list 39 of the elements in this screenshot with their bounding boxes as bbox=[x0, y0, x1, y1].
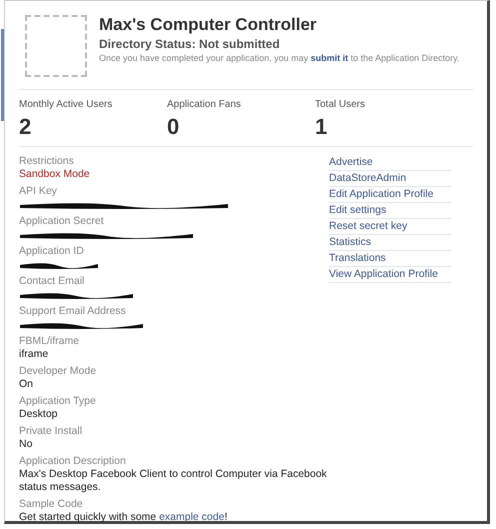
detail-label: Developer Mode bbox=[19, 365, 98, 378]
detail-label: Application Description bbox=[19, 455, 127, 468]
submit-note: Once you have completed your application, you may submit it to the Application Directory. bbox=[99, 53, 460, 63]
action-link[interactable]: Advertise bbox=[329, 155, 451, 171]
detail-label: Restrictions bbox=[19, 155, 75, 168]
stat-label: Monthly Active Users bbox=[19, 99, 114, 110]
stat-value: 0 bbox=[167, 114, 180, 140]
action-link[interactable]: Reset secret key bbox=[329, 219, 451, 235]
detail-value: Max's Desktop Facebook Client to control Computer via Facebook status messages. bbox=[19, 468, 328, 494]
detail-label: Sample Code bbox=[19, 498, 84, 511]
detail-value: On bbox=[19, 378, 34, 391]
detail-label: API Key bbox=[19, 185, 58, 198]
action-link[interactable]: Edit Application Profile bbox=[329, 187, 451, 203]
detail-label: FBML/iframe bbox=[19, 335, 80, 348]
detail-value: Desktop bbox=[19, 408, 59, 421]
detail-label: Application Type bbox=[19, 395, 97, 408]
detail-label: Private Install bbox=[19, 425, 84, 438]
example-code-link[interactable]: example code bbox=[159, 511, 224, 523]
detail-value: Sandbox Mode bbox=[19, 168, 91, 181]
detail-value: iframe bbox=[19, 348, 50, 361]
stat-value: 1 bbox=[315, 114, 328, 140]
stat-label: Total Users bbox=[315, 99, 366, 110]
directory-status: Directory Status: Not submitted bbox=[99, 37, 281, 51]
action-link[interactable]: DataStoreAdmin bbox=[329, 171, 451, 187]
action-link[interactable]: View Application Profile bbox=[329, 267, 451, 283]
detail-label: Contact Email bbox=[19, 275, 86, 288]
stat-value: 2 bbox=[19, 114, 32, 140]
detail-label: Support Email Address bbox=[19, 305, 127, 318]
action-link[interactable]: Edit settings bbox=[329, 203, 451, 219]
app-title: Max's Computer Controller bbox=[99, 15, 318, 35]
submit-link[interactable]: submit it bbox=[310, 53, 348, 63]
detail-value: No bbox=[19, 438, 34, 451]
detail-value: Get started quickly with some example code! bbox=[19, 511, 228, 524]
detail-label: Application ID bbox=[19, 245, 85, 258]
detail-label: Application Secret bbox=[19, 215, 105, 228]
action-link[interactable]: Translations bbox=[329, 251, 451, 267]
app-logo-placeholder bbox=[25, 15, 87, 77]
stat-label: Application Fans bbox=[167, 99, 242, 110]
action-link[interactable]: Statistics bbox=[329, 235, 451, 251]
